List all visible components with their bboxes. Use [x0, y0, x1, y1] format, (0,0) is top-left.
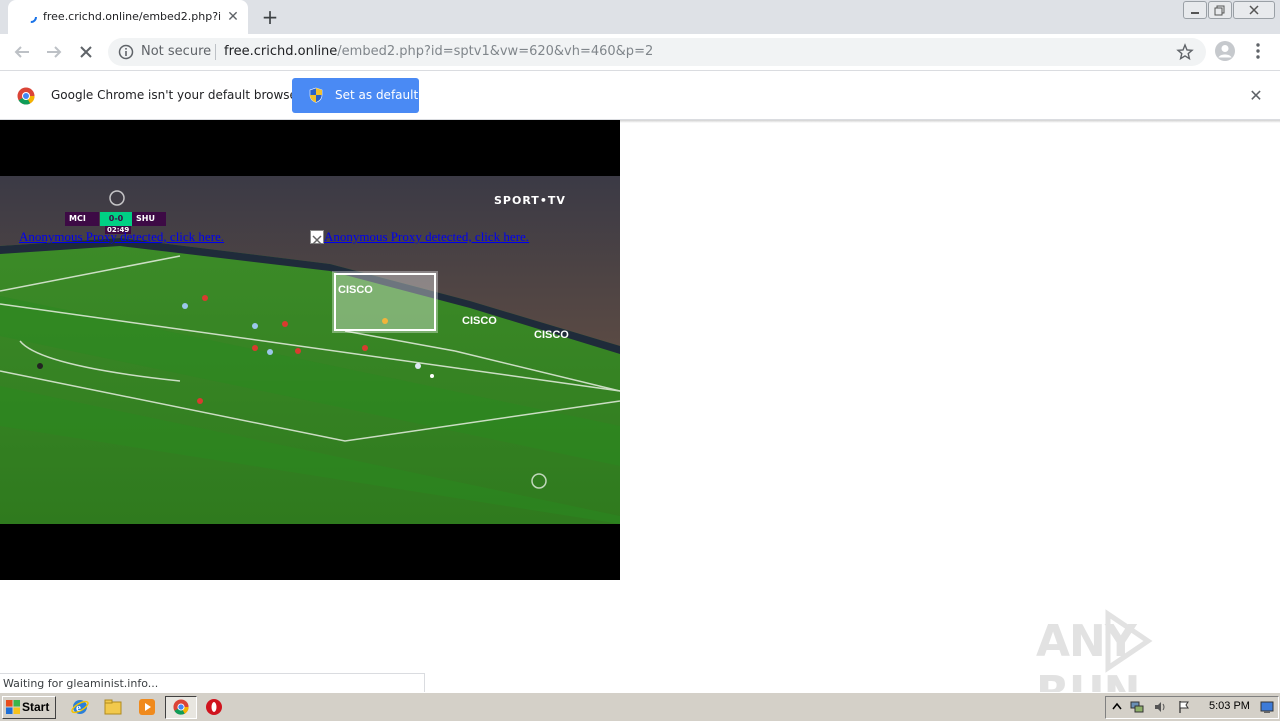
svg-text:CISCO: CISCO: [534, 329, 569, 341]
chrome-taskbar-button[interactable]: [165, 696, 197, 719]
kebab-menu-icon[interactable]: [1250, 41, 1266, 61]
window-restore-button[interactable]: [1208, 1, 1232, 19]
url-path: /embed2.php?id=sptv1&vw=620&vh=460&p=2: [337, 44, 654, 59]
volume-icon[interactable]: [1153, 700, 1167, 714]
forward-arrow-icon[interactable]: [42, 40, 66, 64]
start-label: Start: [22, 700, 50, 714]
scoreboard-score: 0-0: [100, 212, 132, 226]
broken-image-icon[interactable]: [310, 230, 324, 245]
internet-explorer-icon[interactable]: e: [71, 698, 89, 716]
set-as-default-button[interactable]: Set as default: [292, 78, 419, 113]
media-player-icon[interactable]: [138, 698, 156, 716]
show-hidden-icons-icon[interactable]: [1110, 700, 1124, 714]
start-button[interactable]: Start: [2, 696, 56, 719]
bookmark-star-icon[interactable]: [1176, 43, 1194, 61]
browser-tab[interactable]: free.crichd.online/embed2.php?id=sptv1&v…: [8, 0, 248, 34]
system-tray: 5:03 PM: [1105, 696, 1279, 719]
back-arrow-icon[interactable]: [10, 40, 34, 64]
infobar-message: Google Chrome isn't your default browser: [51, 88, 302, 102]
network-icon[interactable]: [1130, 700, 1144, 714]
svg-text:e: e: [76, 702, 81, 714]
infobar-close-icon[interactable]: ✕: [1247, 87, 1265, 105]
taskbar-clock[interactable]: 5:03 PM: [1209, 700, 1250, 712]
url-text: free.crichd.online/embed2.php?id=sptv1&v…: [224, 44, 653, 59]
set-as-default-label: Set as default: [335, 88, 419, 102]
svg-text:CISCO: CISCO: [462, 315, 497, 327]
show-desktop-icon[interactable]: [1260, 700, 1274, 714]
action-center-flag-icon[interactable]: [1177, 700, 1191, 714]
scoreboard-away-team: SHU: [132, 212, 166, 226]
window-close-button[interactable]: [1233, 1, 1275, 19]
default-browser-infobar: Google Chrome isn't your default browser…: [0, 71, 1280, 120]
browser-toolbar: Not secure free.crichd.online/embed2.php…: [0, 34, 1280, 71]
anyrun-watermark: ANY RUN: [1036, 608, 1236, 718]
windows-taskbar: Start e 5:03 PM: [0, 692, 1280, 721]
profile-avatar-icon[interactable]: [1214, 40, 1236, 62]
url-host: free.crichd.online: [224, 44, 338, 59]
tab-close-icon[interactable]: ✕: [225, 9, 241, 25]
channel-logo: SPORT•TV: [494, 194, 566, 207]
security-label: Not secure: [141, 44, 212, 59]
video-player[interactable]: CISCO CISCO CISCO MCI 0-0 SHU 02:49 SPOR…: [0, 120, 620, 580]
chrome-icon: [173, 699, 189, 715]
tab-strip: free.crichd.online/embed2.php?id=sptv1&v…: [0, 0, 1280, 34]
loading-spinner-icon: [25, 11, 37, 23]
proxy-warning-link[interactable]: Anonymous Proxy detected, click here.: [19, 229, 224, 245]
svg-text:CISCO: CISCO: [338, 284, 373, 296]
stop-loading-icon[interactable]: [74, 40, 98, 64]
window-minimize-button[interactable]: [1183, 1, 1207, 19]
proxy-warning-link[interactable]: Anonymous Proxy detected, click here.: [324, 229, 529, 245]
windows-logo-icon: [6, 700, 20, 714]
chrome-logo-icon: [17, 87, 35, 105]
tab-title: free.crichd.online/embed2.php?id=sptv1&v…: [43, 10, 221, 23]
new-tab-button[interactable]: +: [259, 6, 281, 28]
info-icon[interactable]: [118, 44, 134, 60]
uac-shield-icon: [309, 87, 323, 103]
status-bubble: Waiting for gleaminist.info...: [0, 673, 425, 694]
file-explorer-icon[interactable]: [104, 698, 122, 716]
omnibox-divider: [215, 44, 216, 60]
address-bar[interactable]: Not secure free.crichd.online/embed2.php…: [108, 38, 1206, 66]
opera-icon[interactable]: [205, 698, 223, 716]
scoreboard-home-team: MCI: [65, 212, 99, 226]
status-text: Waiting for gleaminist.info...: [3, 677, 159, 690]
